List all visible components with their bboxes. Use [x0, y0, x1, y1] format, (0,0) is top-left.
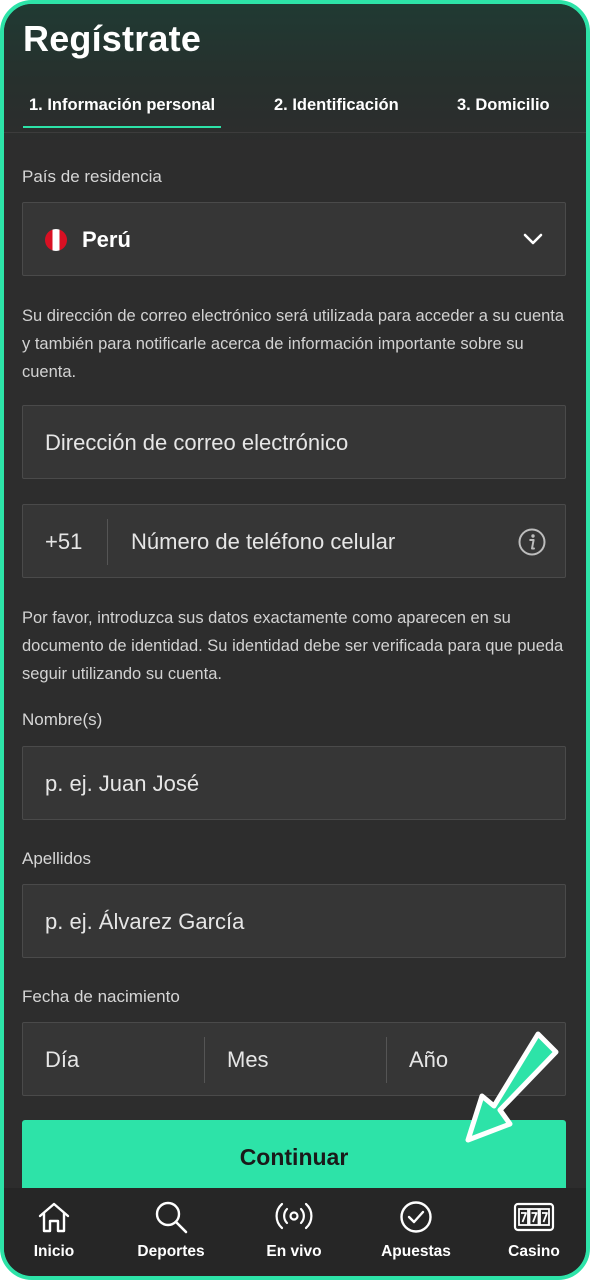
first-name-field[interactable]: p. ej. Juan José — [22, 746, 566, 820]
country-value: Perú — [82, 227, 131, 252]
residence-label: País de residencia — [22, 167, 162, 186]
nav-item-deportes[interactable]: Deportes — [121, 1188, 221, 1276]
continue-label: Continuar — [239, 1144, 349, 1170]
phone-prefix[interactable]: +51 — [45, 529, 82, 555]
slot-machine-icon — [513, 1202, 555, 1232]
page-title: Regístrate — [23, 18, 202, 59]
step-tabs: 1. Información personal 2. Identificació… — [4, 92, 586, 133]
nav-item-en-vivo[interactable]: En vivo — [244, 1188, 344, 1276]
check-circle-icon — [400, 1201, 432, 1233]
phone-screen: Regístrate 1. Información personal 2. Id… — [0, 0, 590, 1280]
nav-label-casino: Casino — [508, 1243, 560, 1260]
country-select[interactable]: Perú — [22, 202, 566, 276]
tab-address[interactable]: 3. Domicilio — [457, 96, 550, 115]
email-field[interactable]: Dirección de correo electrónico — [22, 405, 566, 479]
nav-item-inicio[interactable]: Inicio — [4, 1188, 104, 1276]
phone-divider — [107, 519, 108, 565]
year-input[interactable]: Año — [409, 1047, 448, 1073]
nav-item-casino[interactable]: Casino — [484, 1188, 584, 1276]
nav-label-en-vivo: En vivo — [266, 1243, 322, 1260]
nav-item-apuestas[interactable]: Apuestas — [366, 1188, 466, 1276]
live-icon — [275, 1202, 313, 1230]
date-divider — [386, 1037, 387, 1083]
birth-date-label: Fecha de nacimiento — [22, 987, 180, 1006]
identity-helper-text: Por favor, introduzca sus datos exactame… — [22, 609, 564, 683]
bottom-nav: Inicio Deportes En vivo Apuestas Casino — [4, 1188, 586, 1276]
email-placeholder: Dirección de correo electrónico — [45, 430, 349, 455]
date-divider — [204, 1037, 205, 1083]
first-name-placeholder: p. ej. Juan José — [45, 771, 200, 796]
tab-personal-info[interactable]: 1. Información personal — [22, 96, 222, 128]
search-icon — [155, 1201, 188, 1234]
nav-label-inicio: Inicio — [33, 1243, 75, 1260]
pointer-arrow-icon — [465, 1031, 559, 1143]
first-name-label: Nombre(s) — [22, 710, 103, 729]
phone-placeholder: Número de teléfono celular — [131, 529, 396, 554]
chevron-down-icon — [523, 233, 543, 245]
nav-label-deportes: Deportes — [137, 1243, 205, 1260]
day-input[interactable]: Día — [45, 1047, 79, 1073]
nav-label-apuestas: Apuestas — [381, 1243, 451, 1260]
tab-identification[interactable]: 2. Identificación — [274, 96, 399, 115]
peru-flag-icon — [45, 229, 67, 251]
last-name-label: Apellidos — [22, 849, 91, 868]
last-name-placeholder: p. ej. Álvarez García — [45, 909, 245, 934]
info-icon[interactable] — [517, 527, 547, 557]
last-name-field[interactable]: p. ej. Álvarez García — [22, 884, 566, 958]
phone-field[interactable]: +51 Número de teléfono celular — [22, 504, 566, 578]
home-icon — [38, 1202, 70, 1233]
email-helper-text: Su dirección de correo electrónico será … — [22, 307, 565, 381]
month-input[interactable]: Mes — [227, 1047, 269, 1073]
